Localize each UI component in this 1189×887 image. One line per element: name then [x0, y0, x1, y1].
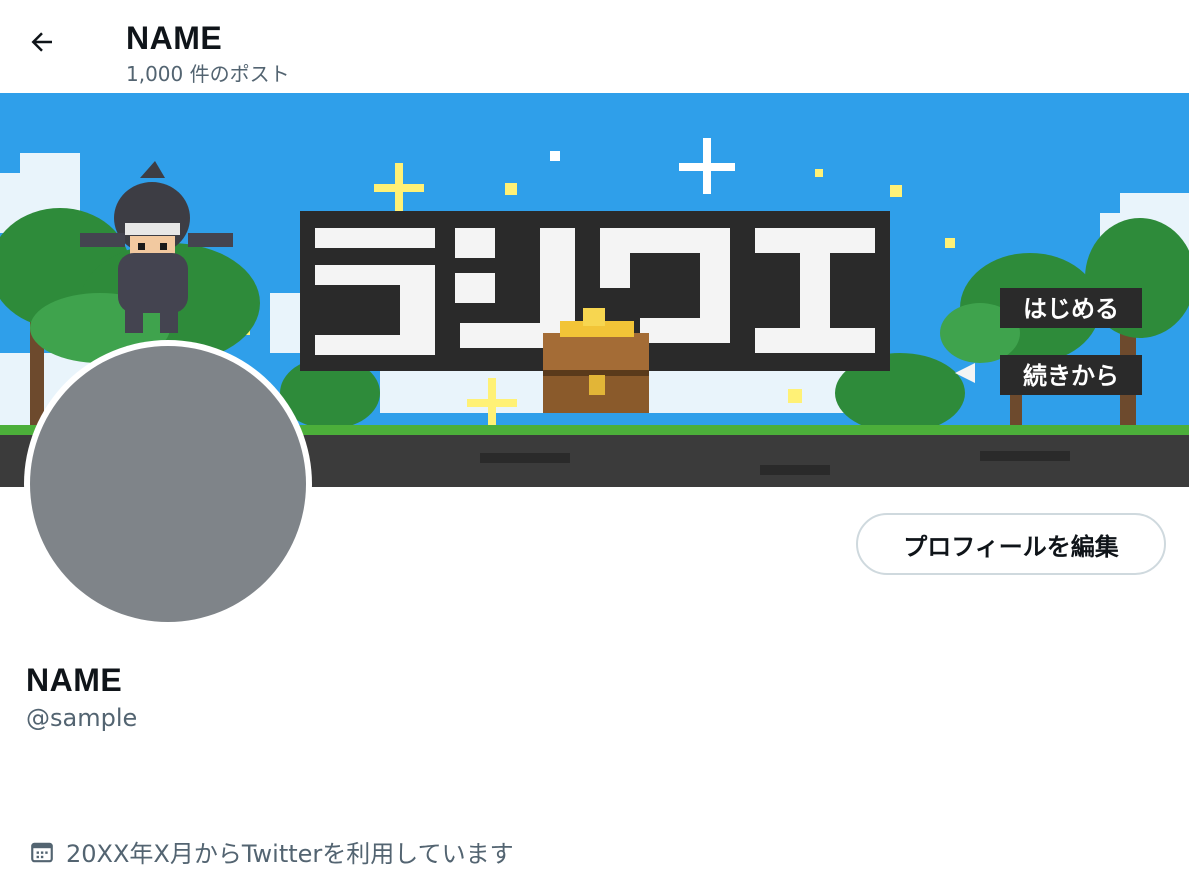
banner-menu-continue: 続きから: [1023, 362, 1119, 390]
post-count: 1,000 件のポスト: [126, 62, 290, 86]
avatar-image: [30, 346, 306, 622]
edit-profile-button[interactable]: プロフィールを編集: [856, 513, 1166, 575]
header-title: NAME: [126, 20, 223, 56]
avatar[interactable]: [24, 340, 312, 628]
arrow-left-icon: [27, 27, 57, 61]
calendar-icon: [28, 838, 56, 866]
back-button[interactable]: [22, 24, 62, 64]
profile-name: NAME: [26, 662, 123, 698]
top-bar: NAME 1,000 件のポスト: [0, 0, 1189, 93]
joined-text: 20XX年X月からTwitterを利用しています: [66, 840, 514, 868]
profile-handle: @sample: [26, 704, 138, 732]
joined-date: 20XX年X月からTwitterを利用しています: [28, 834, 514, 869]
banner-menu-start: はじめる: [1023, 295, 1119, 323]
